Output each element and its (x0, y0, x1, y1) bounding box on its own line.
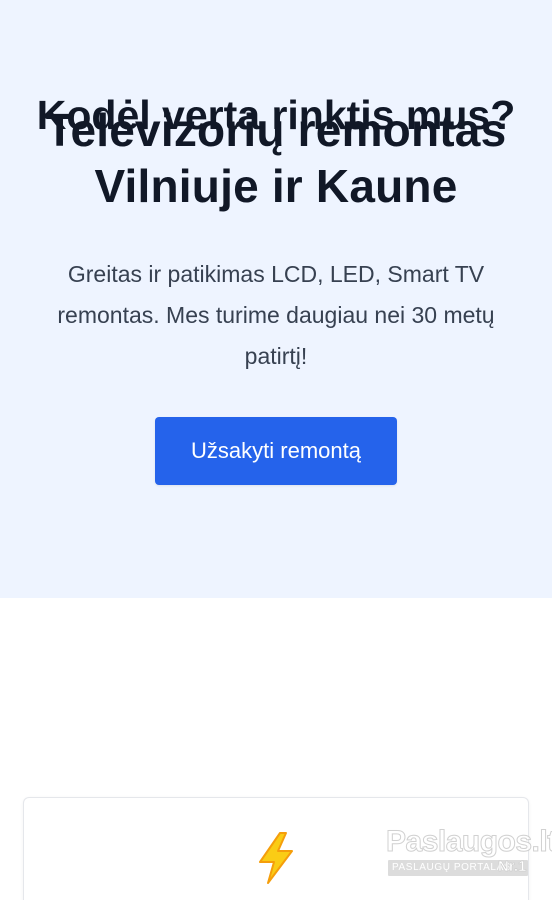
hero-title-line-2: Vilniuje ir Kaune (94, 160, 458, 212)
why-choose-us-title: Kodėl verta rinktis mus? (36, 92, 516, 138)
watermark-tagline: PASLAUGŲ PORTALAS (392, 862, 512, 873)
hero-subtitle-line-3: patirtį! (244, 343, 308, 369)
lightning-icon (259, 832, 293, 884)
watermark-brand: Paslaugos.lt (386, 825, 552, 859)
hero-subtitle-line-2: remontas. Mes turime daugiau nei 30 metų (57, 302, 495, 328)
order-repair-button[interactable]: Užsakyti remontą (155, 417, 397, 485)
watermark-rank: Nr.1 (498, 858, 527, 876)
paslaugos-watermark-logo: Paslaugos.lt PASLAUGŲ PORTALAS Nr.1 (386, 824, 552, 880)
page: Televizorių remontas Vilniuje ir Kaune G… (0, 0, 552, 900)
hero-subtitle: Greitas ir patikimas LCD, LED, Smart TV … (0, 254, 552, 377)
hero-subtitle-line-1: Greitas ir patikimas LCD, LED, Smart TV (67, 261, 485, 287)
